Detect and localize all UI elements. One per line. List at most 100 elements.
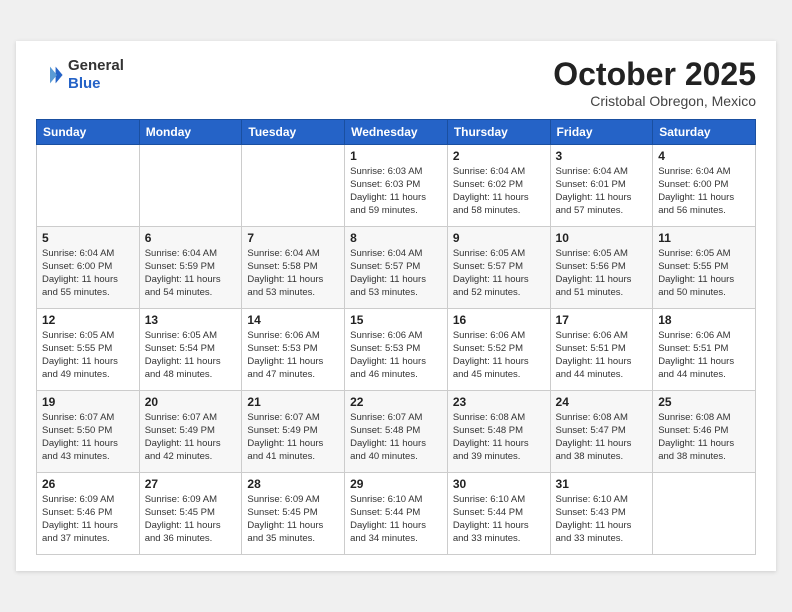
day-info: Sunrise: 6:05 AMSunset: 5:55 PMDaylight:…	[42, 329, 134, 382]
day-info: Sunrise: 6:04 AMSunset: 5:58 PMDaylight:…	[247, 247, 339, 300]
calendar-cell: 25Sunrise: 6:08 AMSunset: 5:46 PMDayligh…	[653, 390, 756, 472]
calendar-cell: 21 Sunrise: 6:07 AMSunset: 5:49 PMDayligh…	[242, 390, 345, 472]
day-number: 23	[453, 395, 545, 409]
day-number: 1	[350, 149, 442, 163]
day-info: Sunrise: 6:04 AMSunset: 5:59 PMDaylight:…	[145, 247, 237, 300]
calendar-cell: 30 Sunrise: 6:10 AMSunset: 5:44 PMDayligh…	[447, 472, 550, 554]
day-number: 13	[145, 313, 237, 327]
calendar-cell: 19 Sunrise: 6:07 AMSunset: 5:50 PMDayligh…	[37, 390, 140, 472]
day-number: 20	[145, 395, 237, 409]
weekday-header-saturday: Saturday	[653, 119, 756, 144]
calendar-cell: 11Sunrise: 6:05 AMSunset: 5:55 PMDayligh…	[653, 226, 756, 308]
day-info: Sunrise: 6:05 AMSunset: 5:57 PMDaylight:…	[453, 247, 545, 300]
day-info: Sunrise: 6:04 AMSunset: 5:57 PMDaylight:…	[350, 247, 442, 300]
calendar-cell: 12Sunrise: 6:05 AMSunset: 5:55 PMDayligh…	[37, 308, 140, 390]
day-info: Sunrise: 6:06 AMSunset: 5:52 PMDaylight:…	[453, 329, 545, 382]
calendar-body: 1 Sunrise: 6:03 AMSunset: 6:03 PMDaylight…	[37, 144, 756, 554]
day-info: Sunrise: 6:07 AMSunset: 5:49 PMDaylight:…	[247, 411, 339, 464]
logo-text: General Blue	[68, 57, 124, 93]
day-number: 5	[42, 231, 134, 245]
day-number: 10	[556, 231, 648, 245]
day-number: 26	[42, 477, 134, 491]
day-info: Sunrise: 6:10 AMSunset: 5:43 PMDaylight:…	[556, 493, 648, 546]
week-row-1: 1 Sunrise: 6:03 AMSunset: 6:03 PMDaylight…	[37, 144, 756, 226]
day-number: 19	[42, 395, 134, 409]
day-number: 18	[658, 313, 750, 327]
day-number: 17	[556, 313, 648, 327]
calendar-cell	[242, 144, 345, 226]
weekday-header-monday: Monday	[139, 119, 242, 144]
day-info: Sunrise: 6:04 AMSunset: 6:00 PMDaylight:…	[42, 247, 134, 300]
weekday-header-friday: Friday	[550, 119, 653, 144]
logo-icon	[36, 61, 64, 89]
calendar-cell: 28Sunrise: 6:09 AMSunset: 5:45 PMDayligh…	[242, 472, 345, 554]
week-row-3: 12Sunrise: 6:05 AMSunset: 5:55 PMDayligh…	[37, 308, 756, 390]
calendar-cell: 13Sunrise: 6:05 AMSunset: 5:54 PMDayligh…	[139, 308, 242, 390]
week-row-2: 5 Sunrise: 6:04 AMSunset: 6:00 PMDaylight…	[37, 226, 756, 308]
day-number: 11	[658, 231, 750, 245]
logo: General Blue	[36, 57, 124, 93]
day-info: Sunrise: 6:05 AMSunset: 5:56 PMDaylight:…	[556, 247, 648, 300]
weekday-header-wednesday: Wednesday	[345, 119, 448, 144]
calendar-cell: 7 Sunrise: 6:04 AMSunset: 5:58 PMDaylight…	[242, 226, 345, 308]
calendar-cell: 10 Sunrise: 6:05 AMSunset: 5:56 PMDayligh…	[550, 226, 653, 308]
calendar-cell: 20 Sunrise: 6:07 AMSunset: 5:49 PMDayligh…	[139, 390, 242, 472]
day-number: 8	[350, 231, 442, 245]
calendar-cell: 22Sunrise: 6:07 AMSunset: 5:48 PMDayligh…	[345, 390, 448, 472]
calendar-cell	[37, 144, 140, 226]
calendar-cell: 5 Sunrise: 6:04 AMSunset: 6:00 PMDaylight…	[37, 226, 140, 308]
weekday-header-thursday: Thursday	[447, 119, 550, 144]
day-number: 29	[350, 477, 442, 491]
calendar-cell: 9 Sunrise: 6:05 AMSunset: 5:57 PMDaylight…	[447, 226, 550, 308]
weekday-header-tuesday: Tuesday	[242, 119, 345, 144]
day-info: Sunrise: 6:10 AMSunset: 5:44 PMDaylight:…	[350, 493, 442, 546]
calendar-cell: 3Sunrise: 6:04 AMSunset: 6:01 PMDaylight…	[550, 144, 653, 226]
calendar-cell: 17 Sunrise: 6:06 AMSunset: 5:51 PMDayligh…	[550, 308, 653, 390]
header: General Blue October 2025 Cristobal Obre…	[36, 57, 756, 108]
calendar-cell: 8 Sunrise: 6:04 AMSunset: 5:57 PMDaylight…	[345, 226, 448, 308]
day-info: Sunrise: 6:06 AMSunset: 5:51 PMDaylight:…	[658, 329, 750, 382]
day-number: 15	[350, 313, 442, 327]
day-number: 7	[247, 231, 339, 245]
location-subtitle: Cristobal Obregon, Mexico	[553, 93, 756, 109]
day-info: Sunrise: 6:06 AMSunset: 5:53 PMDaylight:…	[247, 329, 339, 382]
weekday-header-sunday: Sunday	[37, 119, 140, 144]
day-info: Sunrise: 6:10 AMSunset: 5:44 PMDaylight:…	[453, 493, 545, 546]
calendar-cell: 29 Sunrise: 6:10 AMSunset: 5:44 PMDayligh…	[345, 472, 448, 554]
calendar-cell: 24Sunrise: 6:08 AMSunset: 5:47 PMDayligh…	[550, 390, 653, 472]
calendar-header: SundayMondayTuesdayWednesdayThursdayFrid…	[37, 119, 756, 144]
day-number: 30	[453, 477, 545, 491]
calendar-cell: 18 Sunrise: 6:06 AMSunset: 5:51 PMDayligh…	[653, 308, 756, 390]
calendar-table: SundayMondayTuesdayWednesdayThursdayFrid…	[36, 119, 756, 555]
calendar-cell: 2Sunrise: 6:04 AMSunset: 6:02 PMDaylight…	[447, 144, 550, 226]
day-number: 31	[556, 477, 648, 491]
calendar-cell: 27 Sunrise: 6:09 AMSunset: 5:45 PMDayligh…	[139, 472, 242, 554]
calendar-cell: 16 Sunrise: 6:06 AMSunset: 5:52 PMDayligh…	[447, 308, 550, 390]
day-info: Sunrise: 6:06 AMSunset: 5:53 PMDaylight:…	[350, 329, 442, 382]
day-number: 9	[453, 231, 545, 245]
calendar-cell: 1 Sunrise: 6:03 AMSunset: 6:03 PMDaylight…	[345, 144, 448, 226]
calendar-cell: 4 Sunrise: 6:04 AMSunset: 6:00 PMDaylight…	[653, 144, 756, 226]
week-row-5: 26 Sunrise: 6:09 AMSunset: 5:46 PMDayligh…	[37, 472, 756, 554]
day-info: Sunrise: 6:09 AMSunset: 5:46 PMDaylight:…	[42, 493, 134, 546]
logo-blue: Blue	[68, 75, 101, 92]
day-number: 25	[658, 395, 750, 409]
day-info: Sunrise: 6:09 AMSunset: 5:45 PMDaylight:…	[145, 493, 237, 546]
day-info: Sunrise: 6:04 AMSunset: 6:00 PMDaylight:…	[658, 165, 750, 218]
day-info: Sunrise: 6:07 AMSunset: 5:49 PMDaylight:…	[145, 411, 237, 464]
day-number: 3	[556, 149, 648, 163]
day-number: 28	[247, 477, 339, 491]
calendar-cell: 26 Sunrise: 6:09 AMSunset: 5:46 PMDayligh…	[37, 472, 140, 554]
day-info: Sunrise: 6:07 AMSunset: 5:50 PMDaylight:…	[42, 411, 134, 464]
day-number: 16	[453, 313, 545, 327]
day-number: 27	[145, 477, 237, 491]
day-info: Sunrise: 6:03 AMSunset: 6:03 PMDaylight:…	[350, 165, 442, 218]
month-title: October 2025	[553, 57, 756, 92]
day-info: Sunrise: 6:06 AMSunset: 5:51 PMDaylight:…	[556, 329, 648, 382]
logo-general: General	[68, 57, 124, 74]
calendar-cell: 23Sunrise: 6:08 AMSunset: 5:48 PMDayligh…	[447, 390, 550, 472]
day-number: 14	[247, 313, 339, 327]
calendar-cell	[139, 144, 242, 226]
day-number: 4	[658, 149, 750, 163]
day-number: 21	[247, 395, 339, 409]
